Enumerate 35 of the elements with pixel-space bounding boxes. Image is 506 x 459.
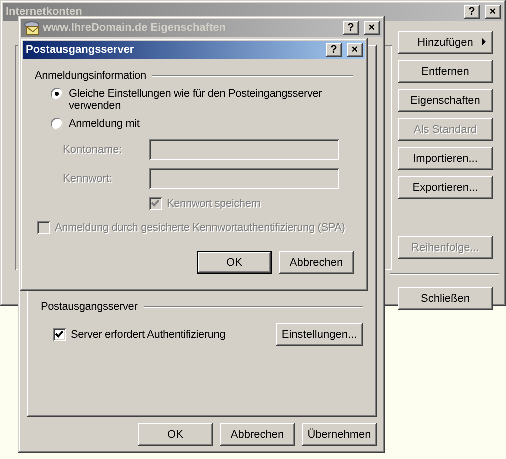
radio-button[interactable] bbox=[51, 118, 63, 130]
close-button[interactable]: × bbox=[347, 43, 363, 57]
dialog-button[interactable]: Eigenschaften bbox=[398, 89, 493, 112]
window-title: Internetkonten bbox=[6, 6, 84, 18]
dialog-button[interactable]: Abbrechen bbox=[220, 423, 295, 446]
help-button[interactable]: ? bbox=[326, 43, 342, 57]
help-button[interactable]: ? bbox=[464, 5, 480, 19]
field-label: Kennwort: bbox=[63, 172, 114, 184]
close-button[interactable]: × bbox=[485, 5, 501, 19]
dialog-button[interactable]: Übernehmen bbox=[302, 423, 377, 446]
field-label: Kontoname: bbox=[63, 144, 124, 156]
dialog-button[interactable]: OK bbox=[138, 423, 213, 446]
help-button[interactable]: ? bbox=[343, 21, 359, 35]
checkbox[interactable] bbox=[53, 328, 66, 341]
dialog-button[interactable]: Abbrechen bbox=[279, 251, 354, 274]
dialog-button[interactable]: Importieren... bbox=[398, 147, 493, 170]
radio-label: Gleiche Einstellungen wie für den Posteingangsserver verwenden bbox=[69, 88, 324, 112]
checkbox-label: Anmeldung durch gesicherte Kennwortauthentifizierung (SPA) bbox=[55, 222, 346, 234]
radio-label: Anmeldung mit bbox=[69, 118, 141, 130]
window-title: Postausgangsserver bbox=[26, 44, 136, 56]
mail-server-icon bbox=[24, 20, 40, 36]
radio-button[interactable] bbox=[51, 88, 63, 100]
dialog-button[interactable]: Hinzufügen bbox=[398, 31, 493, 54]
close-button[interactable]: × bbox=[364, 21, 380, 35]
settings-button[interactable]: Einstellungen... bbox=[276, 323, 363, 346]
window-title: www.IhreDomain.de Eigenschaften bbox=[43, 22, 227, 34]
dialog-button[interactable]: Entfernen bbox=[398, 60, 493, 83]
dialog-button[interactable]: Exportieren... bbox=[398, 176, 493, 199]
submenu-arrow-icon bbox=[482, 38, 486, 46]
group-title: Anmeldungsinformation bbox=[35, 70, 146, 82]
checkbox-label: Kennwort speichern bbox=[167, 198, 261, 210]
group-title: Postausgangsserver bbox=[41, 301, 138, 313]
checkbox-label: Server erfordert Authentifizierung bbox=[71, 328, 226, 340]
dialog-button[interactable]: OK bbox=[197, 251, 272, 274]
close-dialog-button[interactable]: Schließen bbox=[398, 287, 493, 310]
